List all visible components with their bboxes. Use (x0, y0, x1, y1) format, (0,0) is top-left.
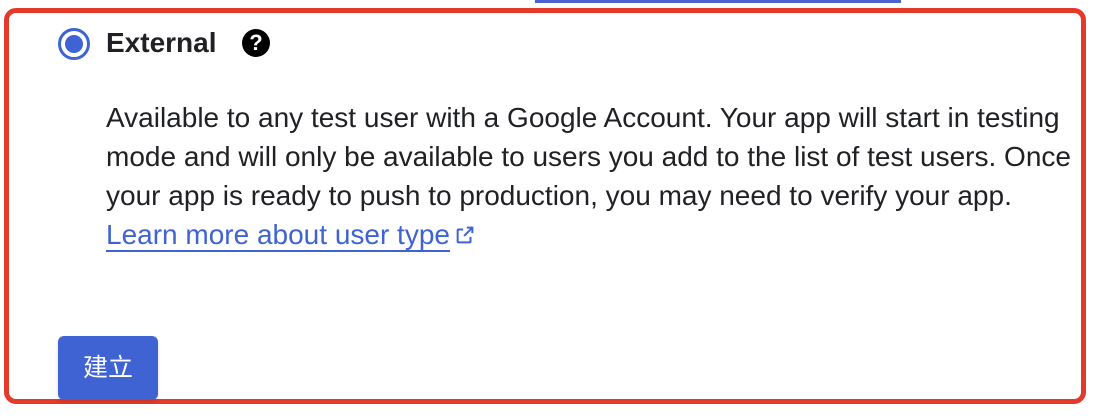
question-circle-icon[interactable]: ? (242, 29, 270, 57)
learn-more-about-user-type-link[interactable]: Learn more about user type (106, 219, 450, 252)
create-button[interactable]: 建立 (58, 336, 158, 400)
radio-selected-dot (65, 35, 83, 53)
external-option-description: Available to any test user with a Google… (106, 98, 1076, 256)
description-text: Available to any test user with a Google… (106, 102, 1071, 211)
top-partial-link-underline (535, 0, 901, 3)
external-radio-button[interactable] (58, 28, 90, 60)
external-option-label: External (106, 27, 217, 58)
external-link-icon[interactable] (454, 217, 476, 256)
oauth-user-type-panel: External ? Available to any test user wi… (0, 0, 1096, 416)
